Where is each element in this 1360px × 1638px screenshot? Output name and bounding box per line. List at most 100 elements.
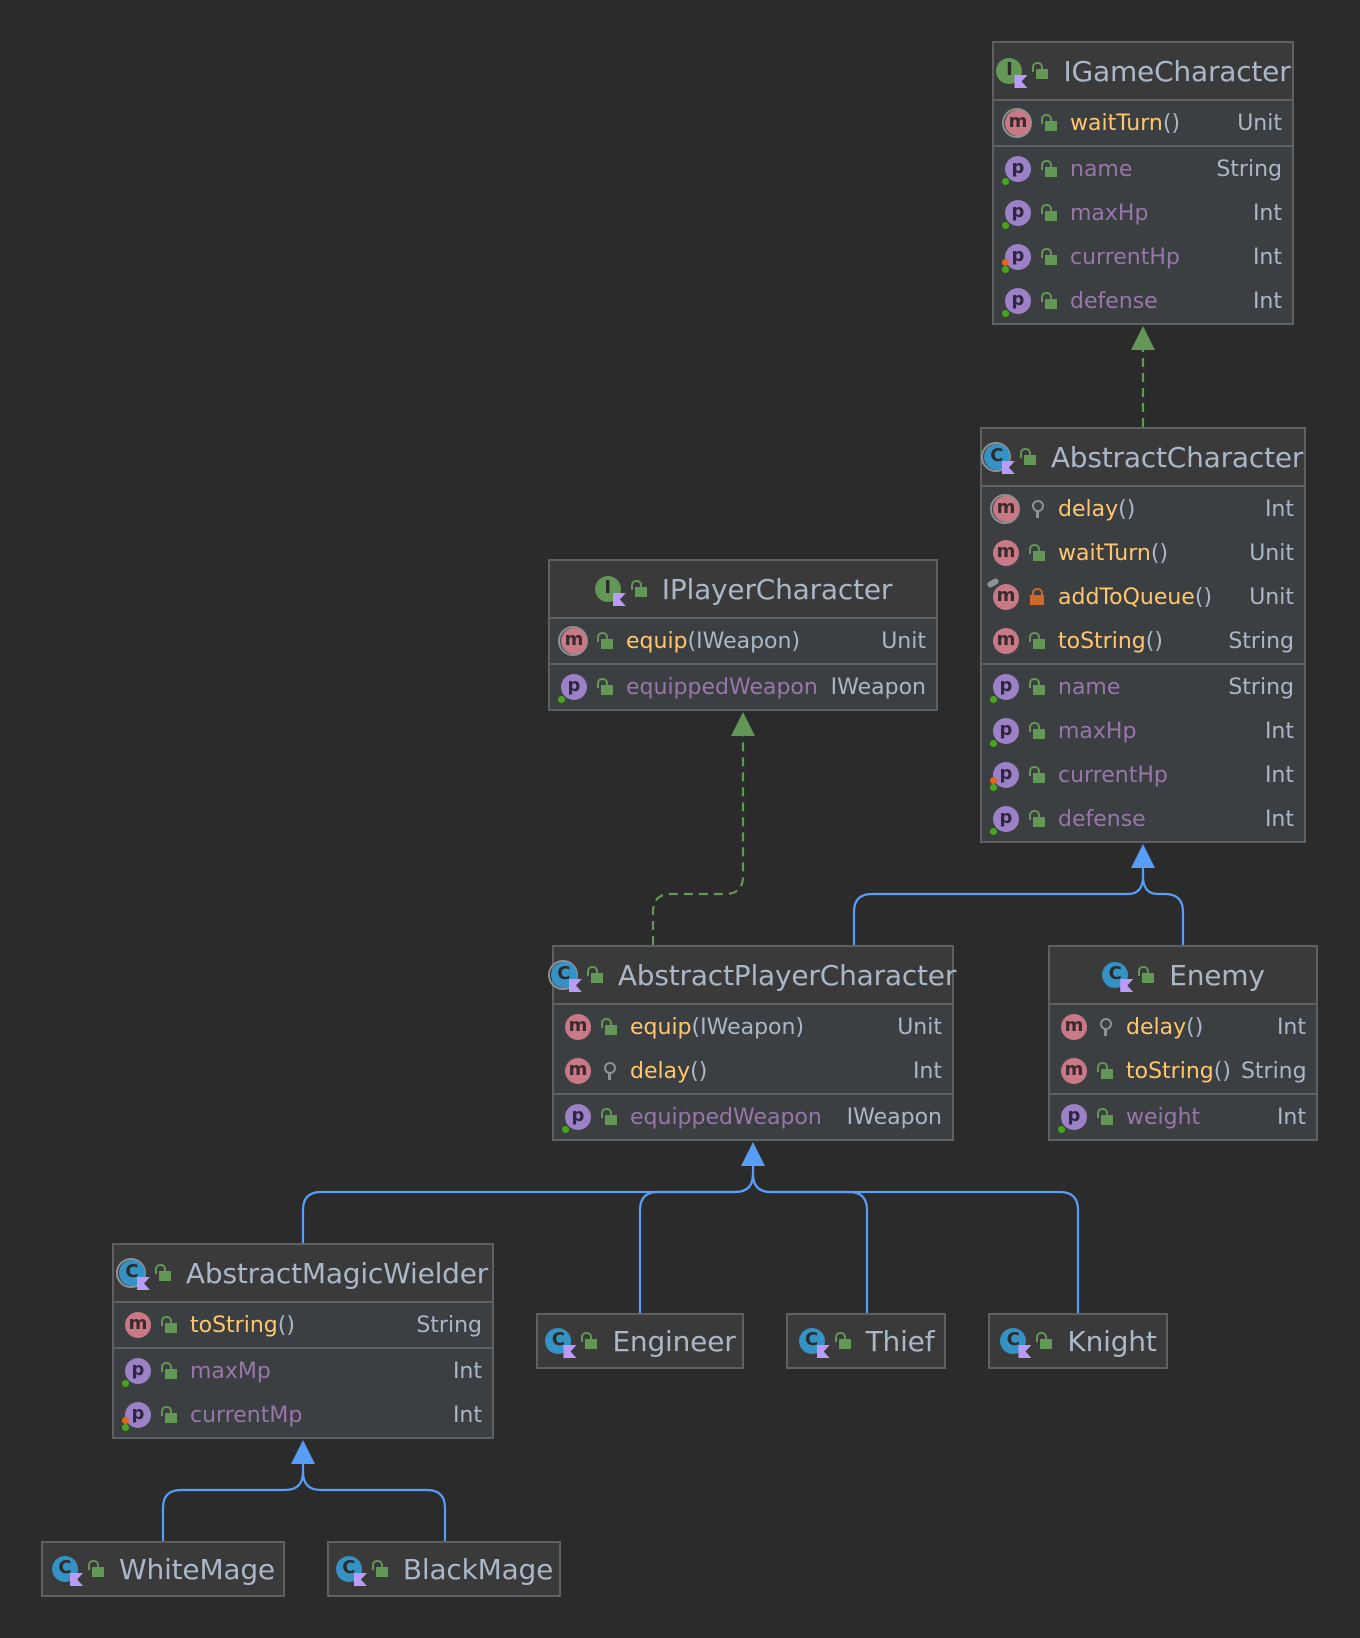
class-header[interactable]: I IPlayerCharacter: [550, 561, 936, 619]
public-unlock-icon: [1028, 765, 1046, 785]
class-node-black-mage[interactable]: C BlackMage: [327, 1541, 561, 1597]
method-row[interactable]: m toString() String: [114, 1303, 492, 1347]
kotlin-flag-icon: [1001, 461, 1015, 474]
kotlin-flag-icon: [568, 979, 582, 992]
method-identifier: toString: [1058, 628, 1146, 654]
return-type: String: [416, 1312, 482, 1338]
kotlin-interface-icon: I: [594, 575, 626, 606]
properties-section: p equippedWeapon IWeapon: [550, 665, 936, 709]
paren-close: ): [286, 1312, 295, 1338]
property-row[interactable]: p equippedWeapon IWeapon: [554, 1095, 952, 1139]
method-name: toString(): [1058, 629, 1218, 654]
kotlin-abstract-class-icon: C: [115, 1258, 150, 1290]
method-row[interactable]: m waitTurn() Unit: [982, 531, 1304, 575]
inheritance-edge: [301, 1463, 447, 1541]
getter-dot-icon: [558, 696, 565, 703]
property-type: String: [1216, 156, 1282, 182]
public-unlock-icon: [1019, 447, 1037, 467]
method-name: toString(): [1126, 1059, 1231, 1084]
private-lock-icon: [1028, 587, 1046, 607]
property-row[interactable]: p currentHp Int: [994, 235, 1292, 279]
class-header[interactable]: C Enemy: [1050, 947, 1316, 1005]
property-row[interactable]: p currentMp Int: [114, 1393, 492, 1437]
abstract-method-icon: m: [990, 494, 1020, 524]
class-header[interactable]: I IGameCharacter: [994, 43, 1292, 101]
property-row[interactable]: p defense Int: [994, 279, 1292, 323]
kotlin-flag-icon: [1120, 979, 1134, 992]
method-row[interactable]: m toString() String: [982, 619, 1304, 663]
method-row[interactable]: m waitTurn() Unit: [994, 101, 1292, 145]
method-row[interactable]: m delay() Int: [1050, 1005, 1316, 1049]
paren-open: (: [687, 628, 697, 654]
class-node-engineer[interactable]: C Engineer: [536, 1313, 744, 1369]
public-unlock-icon: [1028, 543, 1046, 563]
getter-dot-icon: [1002, 266, 1009, 273]
property-row[interactable]: p equippedWeapon IWeapon: [550, 665, 936, 709]
class-name: Engineer: [612, 1324, 736, 1358]
paren-close: ): [1171, 110, 1181, 136]
getter-dot-icon: [990, 784, 997, 791]
property-badge-icon: p: [1005, 156, 1031, 182]
method-badge-icon: m: [993, 496, 1019, 522]
return-type: Int: [912, 1058, 942, 1084]
property-row[interactable]: p maxMp Int: [114, 1349, 492, 1393]
class-header[interactable]: C WhiteMage: [43, 1543, 283, 1595]
class-header[interactable]: C AbstractPlayerCharacter: [547, 947, 956, 1005]
methods-section: m equip(IWeapon) Unit m delay() Int: [554, 1005, 952, 1095]
kotlin-flag-icon: [353, 1573, 367, 1586]
property-row[interactable]: p maxHp Int: [982, 709, 1304, 753]
class-header[interactable]: C Knight: [990, 1315, 1166, 1367]
class-node-abstract-player-character[interactable]: C AbstractPlayerCharacter m equip(IWeapon) U…: [547, 945, 956, 1141]
class-node-igame-character[interactable]: I IGameCharacter m waitTurn() Unit p name Strin…: [992, 41, 1294, 325]
method-row[interactable]: m equip(IWeapon) Unit: [554, 1005, 952, 1049]
class-header[interactable]: C BlackMage: [329, 1543, 559, 1595]
method-identifier: delay: [630, 1058, 691, 1084]
property-row[interactable]: p currentHp Int: [982, 753, 1304, 797]
method-params: IWeapon: [696, 628, 792, 654]
class-node-thief[interactable]: C Thief: [786, 1313, 946, 1369]
paren-close: ): [791, 628, 801, 654]
method-name: delay(): [1058, 497, 1255, 522]
class-node-iplayer-character[interactable]: I IPlayerCharacter m equip(IWeapon) Unit p equ…: [548, 559, 938, 711]
class-header[interactable]: C AbstractMagicWielder: [114, 1245, 492, 1303]
property-name: name: [1070, 156, 1133, 182]
class-header[interactable]: C Thief: [788, 1315, 944, 1367]
method-row[interactable]: m delay() Int: [982, 487, 1304, 531]
kotlin-class-icon: C: [335, 1555, 367, 1586]
class-node-white-mage[interactable]: C WhiteMage: [41, 1541, 285, 1597]
inheritance-edge: [301, 1173, 755, 1243]
paren-close: ): [698, 1058, 708, 1084]
properties-section: p name String p maxHp Int p currentHp Int p defens…: [994, 147, 1292, 323]
class-header[interactable]: C Engineer: [538, 1315, 742, 1367]
property-badge-icon: p: [1005, 288, 1031, 314]
method-name: equip(IWeapon): [630, 1015, 887, 1040]
property-row[interactable]: p name String: [982, 665, 1304, 709]
realization-edge: [651, 735, 745, 945]
method-row[interactable]: m addToQueue() Unit: [982, 575, 1304, 619]
property-icon: p: [1002, 155, 1032, 185]
property-type: String: [1228, 674, 1294, 700]
property-row[interactable]: p maxHp Int: [994, 191, 1292, 235]
property-row[interactable]: p defense Int: [982, 797, 1304, 841]
class-node-abstract-magic-wielder[interactable]: C AbstractMagicWielder m toString() String p m…: [112, 1243, 494, 1439]
property-badge-icon: p: [1005, 200, 1031, 226]
method-badge-icon: m: [565, 1058, 591, 1084]
property-row[interactable]: p weight Int: [1050, 1095, 1316, 1139]
class-node-knight[interactable]: C Knight: [988, 1313, 1168, 1369]
class-header[interactable]: C AbstractCharacter: [980, 429, 1304, 487]
method-row[interactable]: m delay() Int: [554, 1049, 952, 1093]
method-row[interactable]: m toString() String: [1050, 1049, 1316, 1093]
public-unlock-icon: [371, 1559, 389, 1579]
class-node-enemy[interactable]: C Enemy m delay() Int m toString() String p weigh…: [1048, 945, 1318, 1141]
method-identifier: waitTurn: [1058, 540, 1151, 566]
property-row[interactable]: p name String: [994, 147, 1292, 191]
getter-dot-icon: [1002, 222, 1009, 229]
property-type: IWeapon: [830, 674, 926, 700]
inheritance-arrowhead: [741, 1142, 765, 1166]
getter-dot-icon: [1002, 310, 1009, 317]
paren-close: ): [1126, 496, 1136, 522]
property-badge-icon: p: [993, 674, 1019, 700]
method-row[interactable]: m equip(IWeapon) Unit: [550, 619, 936, 663]
property-badge-icon: p: [993, 762, 1019, 788]
class-node-abstract-character[interactable]: C AbstractCharacter m delay() Int m waitTurn()…: [980, 427, 1306, 843]
